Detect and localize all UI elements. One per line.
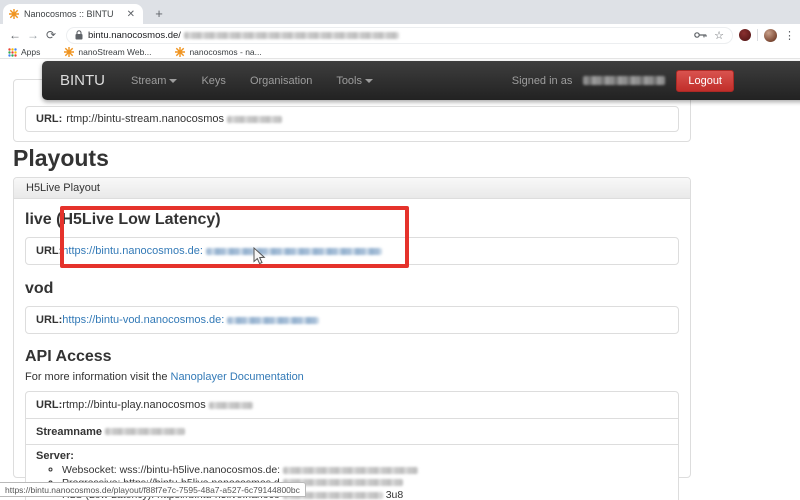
vod-url-link[interactable]: https://bintu-vod.nanocosmos.de: — [62, 314, 224, 326]
toolbar-divider — [757, 29, 758, 41]
logout-button[interactable]: Logout — [676, 70, 734, 92]
bookmarks-bar: Apps nanoStream Web... nanocosmos - na..… — [0, 46, 800, 59]
vod-url-item: URL: https://bintu-vod.nanocosmos.de: — [26, 307, 678, 333]
stream-url-value: rtmp://bintu-stream.nanocosmos — [66, 113, 224, 125]
redacted-link — [206, 248, 382, 255]
nanocosmos-favicon-icon — [64, 47, 74, 57]
redacted-text — [209, 402, 253, 409]
nav-item-tools[interactable]: Tools — [324, 75, 385, 87]
live-section-title: live (H5Live Low Latency) — [25, 211, 679, 229]
panel-heading: H5Live Playout — [14, 178, 690, 199]
forward-icon[interactable]: → — [24, 28, 42, 42]
tab-close-icon[interactable]: ✕ — [125, 9, 137, 20]
bookmark-nanocosmos[interactable]: nanocosmos - na... — [175, 47, 261, 57]
redacted-text — [227, 116, 282, 123]
url-label: URL: — [36, 113, 62, 125]
api-url-value: rtmp://bintu-play.nanocosmos — [62, 399, 205, 411]
chrome-menu-icon[interactable]: ⋮ — [784, 29, 794, 42]
reload-icon[interactable]: ⟳ — [42, 28, 60, 42]
tab-title: Nanocosmos :: BINTU — [24, 9, 125, 19]
browser-toolbar: ← → ⟳ bintu.nanocosmos.de/ ☆ ⋮ — [0, 24, 800, 46]
streamname-item: Streamname — [26, 418, 678, 444]
web-page: BINTU Stream Keys Organisation Tools Sig… — [0, 59, 800, 500]
bookmark-star-icon[interactable]: ☆ — [714, 29, 724, 42]
bookmark-label: nanocosmos - na... — [189, 47, 261, 57]
vod-section-title: vod — [25, 280, 679, 298]
brand-bintu[interactable]: BINTU — [54, 72, 119, 89]
stream-url-item: URL: rtmp://bintu-stream.nanocosmos — [25, 106, 679, 132]
signed-in-label: Signed in as — [512, 75, 573, 87]
url-label: URL: — [36, 245, 62, 257]
browser-tab[interactable]: Nanocosmos :: BINTU ✕ — [3, 4, 143, 24]
nav-item-stream[interactable]: Stream — [119, 75, 189, 87]
streamname-label: Streamname — [36, 426, 102, 438]
profile-avatar[interactable] — [764, 29, 777, 42]
url-label: URL: — [36, 314, 62, 326]
nanocosmos-favicon-icon — [175, 47, 185, 57]
address-url: bintu.nanocosmos.de/ — [88, 30, 181, 41]
status-url-tooltip: https://bintu.nanocosmos.de/playout/f88f… — [0, 482, 306, 497]
nanocosmos-favicon-icon — [9, 9, 19, 19]
redacted-text — [105, 428, 185, 435]
nav-item-keys[interactable]: Keys — [189, 75, 237, 87]
nav-item-organisation[interactable]: Organisation — [238, 75, 324, 87]
address-bar[interactable]: bintu.nanocosmos.de/ ☆ — [66, 27, 733, 44]
live-url-item: URL: https://bintu.nanocosmos.de: — [26, 238, 678, 264]
chevron-down-icon — [365, 79, 373, 83]
new-tab-button[interactable]: + — [150, 5, 168, 23]
chevron-down-icon — [169, 79, 177, 83]
apps-grid-icon — [8, 48, 17, 57]
signed-in-user-redacted — [583, 76, 665, 85]
app-navbar: BINTU Stream Keys Organisation Tools Sig… — [42, 61, 800, 100]
key-icon[interactable] — [694, 31, 707, 39]
h5live-playout-panel: H5Live Playout live (H5Live Low Latency)… — [13, 177, 691, 478]
api-url-item: URL: rtmp://bintu-play.nanocosmos — [26, 392, 678, 418]
bookmark-nanostream[interactable]: nanoStream Web... — [64, 47, 151, 57]
nanoplayer-doc-link[interactable]: Nanoplayer Documentation — [171, 371, 304, 383]
page-title: Playouts — [13, 145, 691, 172]
lock-icon — [75, 30, 83, 40]
bookmark-label: Apps — [21, 47, 40, 57]
redacted-link — [227, 317, 319, 324]
server-websocket: Websocket: wss://bintu-h5live.nanocosmos… — [62, 464, 668, 477]
back-icon[interactable]: ← — [6, 28, 24, 42]
live-url-link[interactable]: https://bintu.nanocosmos.de: — [62, 245, 203, 257]
extension-icon[interactable] — [739, 29, 751, 41]
url-label: URL: — [36, 399, 62, 411]
browser-chrome: Nanocosmos :: BINTU ✕ + ← → ⟳ bintu.nano… — [0, 0, 800, 59]
api-info-text: For more information visit the Nanoplaye… — [25, 371, 679, 383]
bookmark-apps[interactable]: Apps — [8, 47, 40, 57]
server-label: Server: — [36, 450, 74, 462]
api-section-title: API Access — [25, 348, 679, 366]
address-url-redacted — [184, 32, 399, 39]
tab-strip: Nanocosmos :: BINTU ✕ + — [0, 0, 800, 24]
bookmark-label: nanoStream Web... — [78, 47, 151, 57]
